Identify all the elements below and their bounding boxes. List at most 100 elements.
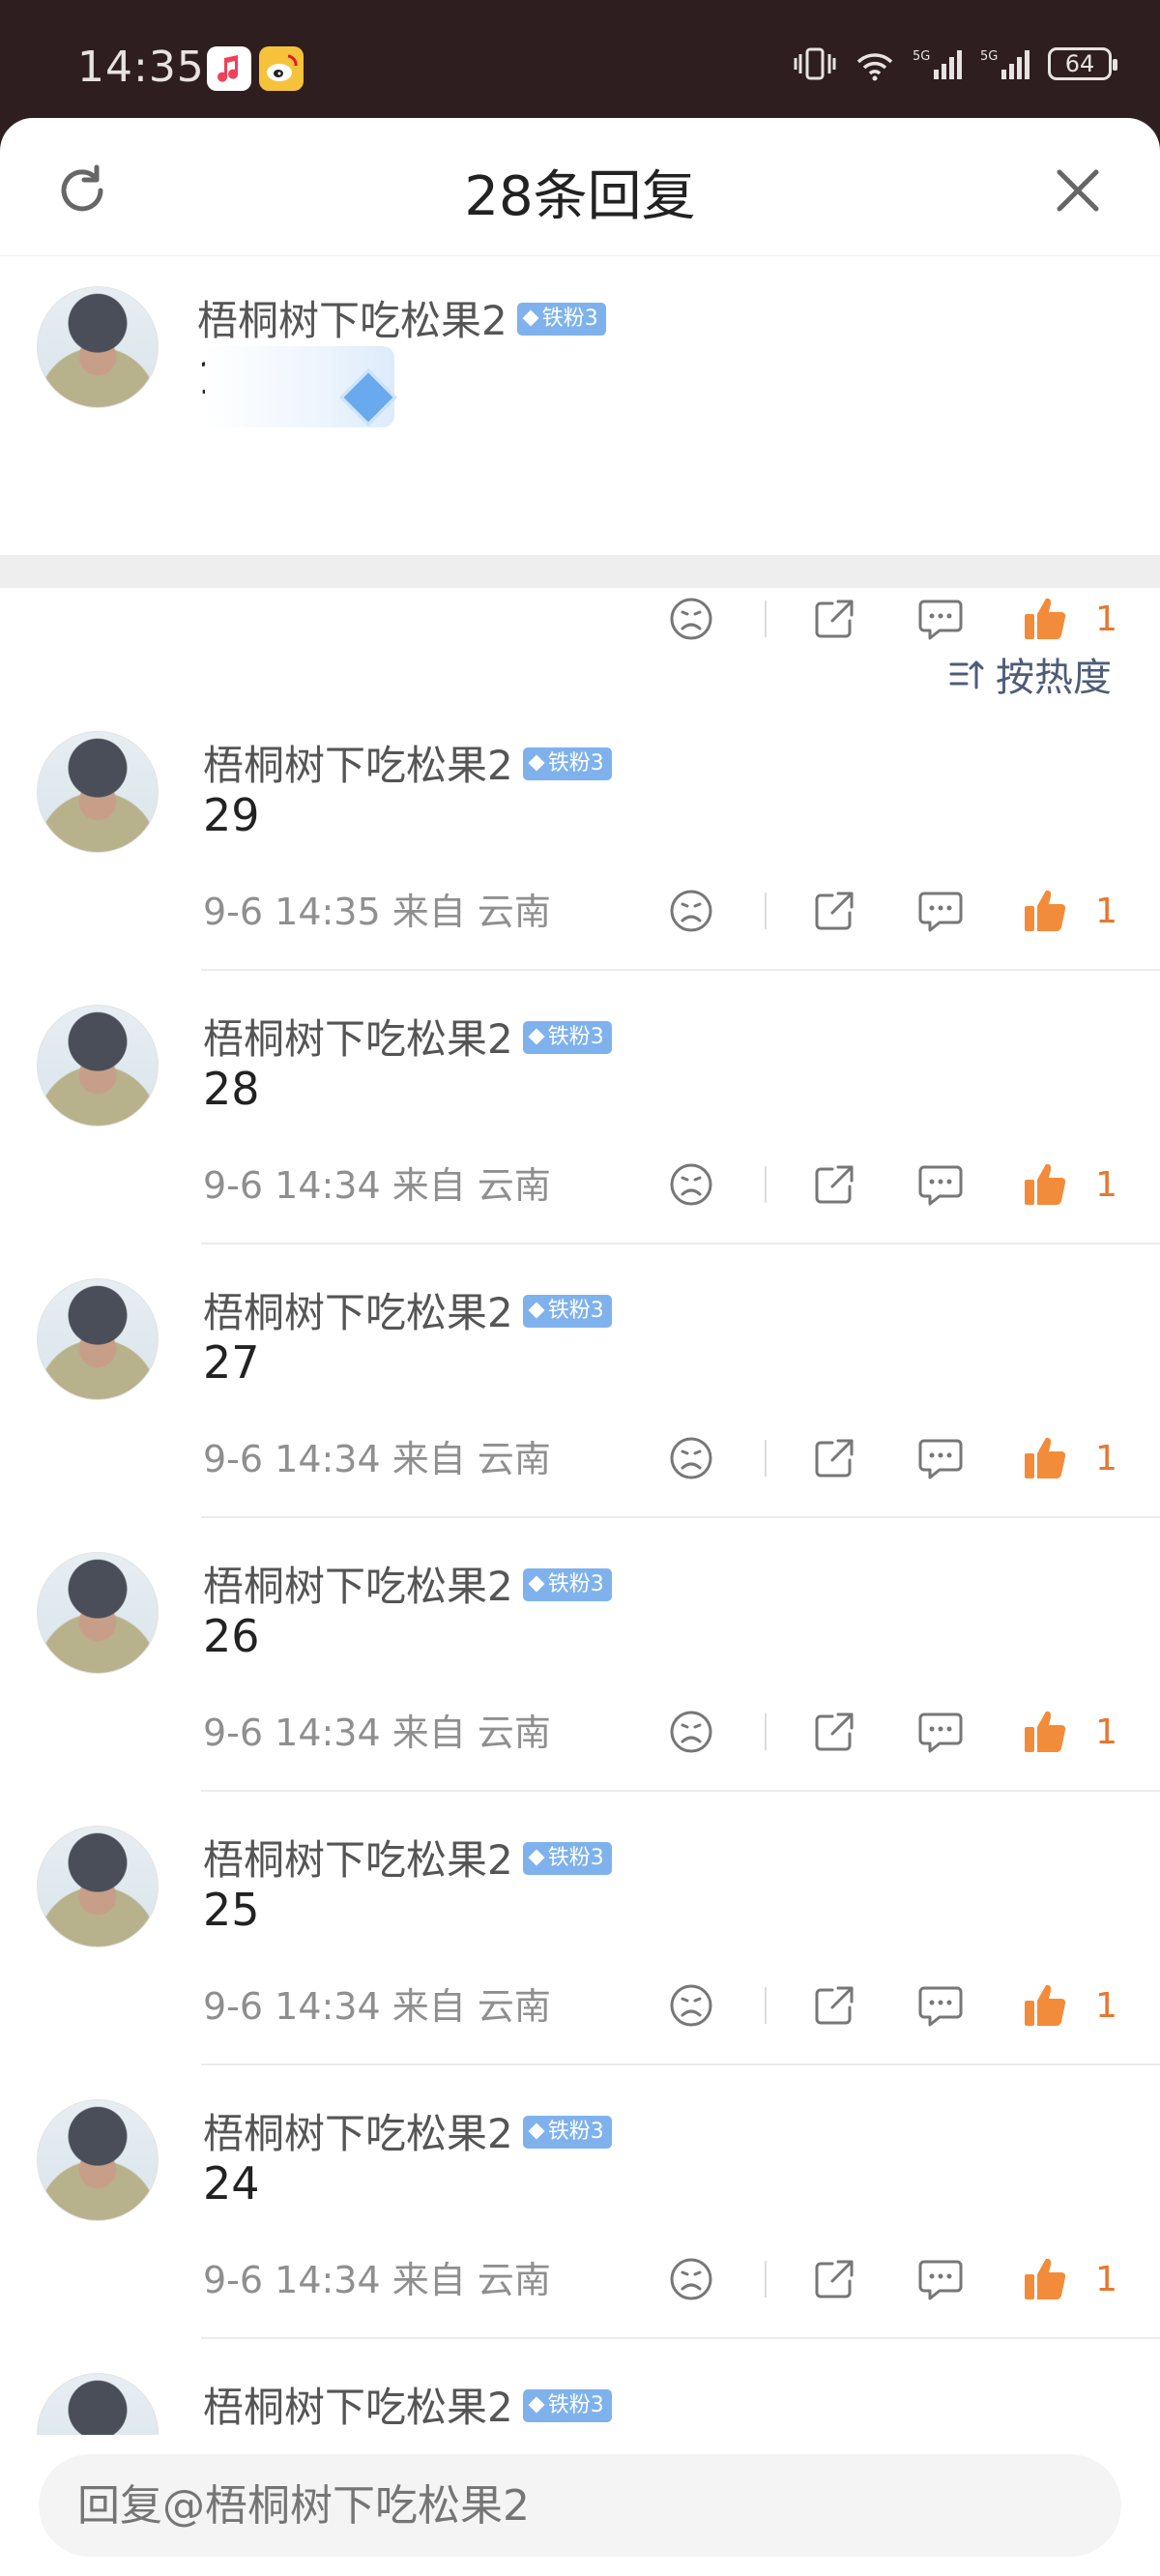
avatar[interactable] xyxy=(37,731,159,853)
vibrate-icon xyxy=(794,47,836,80)
username[interactable]: 梧桐树下吃松果2 铁粉3 xyxy=(203,1554,612,1613)
row-divider xyxy=(201,2337,1160,2339)
sort-icon xyxy=(949,660,984,689)
diamond-icon xyxy=(339,368,397,426)
username-text: 梧桐树下吃松果2 xyxy=(197,297,508,344)
username[interactable]: 梧桐树下吃松果2 铁粉3 xyxy=(203,1828,612,1887)
fan-badge[interactable]: 铁粉3 xyxy=(522,2115,612,2149)
reply-text: 28 xyxy=(203,1063,260,1115)
avatar[interactable] xyxy=(37,1278,159,1400)
fan-badge[interactable]: 铁粉3 xyxy=(522,746,612,780)
like-icon[interactable] xyxy=(1016,1703,1074,1761)
avatar[interactable] xyxy=(37,1552,159,1674)
reply-text: 25 xyxy=(203,1884,260,1936)
diamond-icon xyxy=(528,1849,545,1865)
like-icon[interactable] xyxy=(1016,1156,1074,1214)
comment-icon[interactable] xyxy=(912,882,970,940)
status-icons: 5G 5G 64 xyxy=(793,46,1117,81)
avatar[interactable] xyxy=(37,1005,159,1127)
diamond-icon xyxy=(528,1028,545,1044)
dislike-icon[interactable] xyxy=(662,1429,720,1487)
row-divider xyxy=(201,1790,1160,1792)
close-icon[interactable] xyxy=(1048,161,1108,220)
reply-meta: 9-6 14:34 来自 云南 xyxy=(203,1976,551,2030)
diamond-icon xyxy=(528,2396,545,2413)
like-icon[interactable] xyxy=(1016,2250,1074,2308)
music-app-icon xyxy=(207,46,251,91)
username[interactable]: 梧桐树下吃松果2 铁粉3 xyxy=(197,288,606,347)
username-text: 梧桐树下吃松果2 xyxy=(203,1015,513,1063)
avatar[interactable] xyxy=(37,1826,159,1947)
like-icon[interactable] xyxy=(1016,1976,1074,2034)
fan-badge[interactable]: 铁粉3 xyxy=(522,1294,612,1328)
share-icon[interactable] xyxy=(805,882,863,940)
sort-label: 按热度 xyxy=(996,656,1112,700)
fan-badge[interactable]: 铁粉3 xyxy=(522,1567,612,1601)
comment-icon[interactable] xyxy=(912,1976,970,2034)
comment-actions: 1 xyxy=(662,590,1160,648)
divider xyxy=(765,893,768,929)
reply-meta: 9-6 14:34 来自 云南 xyxy=(203,2250,551,2303)
comment-icon[interactable] xyxy=(912,1429,970,1487)
avatar[interactable] xyxy=(37,2099,159,2221)
reply-text: 24 xyxy=(203,2157,260,2210)
share-icon[interactable] xyxy=(805,2250,863,2308)
reply-actions: 1 xyxy=(662,1976,1160,2034)
badge-label: 铁粉3 xyxy=(547,750,604,776)
share-icon[interactable] xyxy=(805,1976,863,2034)
username-text: 梧桐树下吃松果2 xyxy=(203,1563,513,1610)
row-divider xyxy=(201,2064,1160,2065)
diamond-icon xyxy=(528,1302,545,1318)
fan-badge[interactable]: 铁粉3 xyxy=(516,302,606,336)
svg-text:5G: 5G xyxy=(913,49,930,64)
like-count: 1 xyxy=(1095,1164,1117,1205)
username[interactable]: 梧桐树下吃松果2 铁粉3 xyxy=(203,1007,612,1066)
share-icon[interactable] xyxy=(805,1156,863,1214)
username[interactable]: 梧桐树下吃松果2 铁粉3 xyxy=(203,2101,612,2160)
sticker-image xyxy=(205,346,397,427)
reply-time: 9-6 14:34 xyxy=(203,2259,381,2301)
divider xyxy=(765,1440,768,1477)
comment-icon[interactable] xyxy=(912,590,970,648)
dislike-icon[interactable] xyxy=(662,1703,720,1761)
badge-label: 铁粉3 xyxy=(541,306,598,331)
battery-indicator: 64 xyxy=(1048,47,1117,80)
dislike-icon[interactable] xyxy=(662,2250,720,2308)
avatar[interactable] xyxy=(37,286,159,408)
username[interactable]: 梧桐树下吃松果2 铁粉3 xyxy=(203,1280,612,1339)
reply-actions: 1 xyxy=(662,1429,1160,1487)
comment-icon[interactable] xyxy=(912,2250,970,2308)
reply-time: 9-6 14:35 xyxy=(203,891,381,933)
like-icon[interactable] xyxy=(1016,1429,1074,1487)
like-count: 1 xyxy=(1095,1712,1117,1752)
comment-icon[interactable] xyxy=(912,1156,970,1214)
fan-badge[interactable]: 铁粉3 xyxy=(522,1020,612,1054)
like-count: 1 xyxy=(1095,1438,1117,1478)
dislike-icon[interactable] xyxy=(662,590,720,648)
badge-label: 铁粉3 xyxy=(547,2392,604,2417)
dislike-icon[interactable] xyxy=(662,1156,720,1214)
badge-label: 铁粉3 xyxy=(547,1298,604,1323)
like-icon[interactable] xyxy=(1016,882,1074,940)
comment-icon[interactable] xyxy=(912,1703,970,1761)
username-text: 梧桐树下吃松果2 xyxy=(203,1836,513,1884)
username[interactable]: 梧桐树下吃松果2 铁粉3 xyxy=(203,2375,612,2434)
sort-button[interactable]: 按热度 xyxy=(947,646,1112,702)
page-title: 28条回复 xyxy=(464,165,696,228)
share-icon[interactable] xyxy=(805,1703,863,1761)
row-divider xyxy=(201,969,1160,971)
username-text: 梧桐树下吃松果2 xyxy=(203,2384,513,2431)
username[interactable]: 梧桐树下吃松果2 铁粉3 xyxy=(203,733,612,792)
dislike-icon[interactable] xyxy=(662,1976,720,2034)
reply-actions: 1 xyxy=(662,2250,1160,2308)
divider xyxy=(765,1166,768,1203)
section-divider xyxy=(0,555,1160,588)
dislike-icon[interactable] xyxy=(662,882,720,940)
reply-input[interactable] xyxy=(39,2454,1121,2557)
like-icon[interactable] xyxy=(1016,590,1074,648)
like-count: 1 xyxy=(1095,1985,1117,2026)
share-icon[interactable] xyxy=(805,1429,863,1487)
fan-badge[interactable]: 铁粉3 xyxy=(522,1841,612,1875)
share-icon[interactable] xyxy=(805,590,863,648)
fan-badge[interactable]: 铁粉3 xyxy=(522,2388,612,2422)
